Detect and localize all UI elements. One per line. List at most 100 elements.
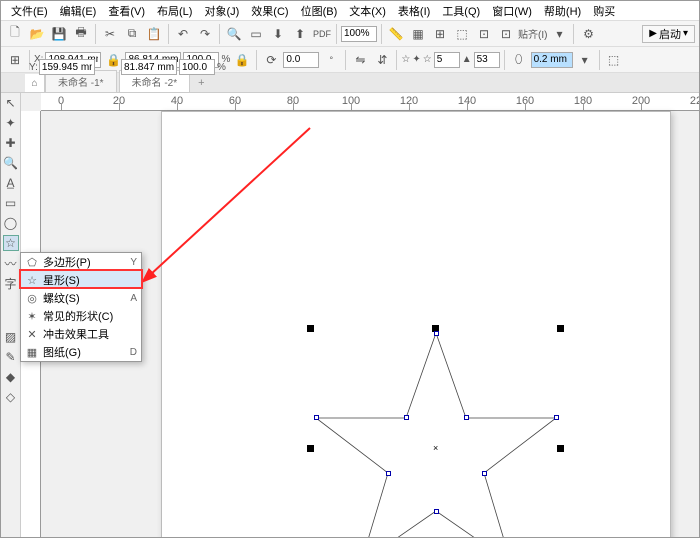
curve-tool-icon[interactable]: 〰 [3,255,19,271]
export-icon[interactable]: ⬆ [290,24,310,44]
rectangle-tool-icon[interactable]: ▭ [3,195,19,211]
fitpage-icon[interactable]: ▭ [246,24,266,44]
paste-icon[interactable]: 📋 [144,24,164,44]
handle-tr[interactable] [557,325,564,332]
circle-o-icon[interactable]: ° [321,50,341,70]
menu-buy[interactable]: 购买 [587,1,621,21]
flyout-shortcut: D [125,347,137,358]
save-icon[interactable]: 💾 [49,24,69,44]
copy-icon[interactable]: ⧉ [122,24,142,44]
wrap-icon[interactable]: ⬚ [604,50,624,70]
node[interactable] [464,415,469,420]
cut-icon[interactable]: ✂ [100,24,120,44]
home-icon[interactable]: ⌂ [25,74,45,92]
gear-icon[interactable]: ⚙ [578,24,598,44]
flyout-item-0[interactable]: ⬠多边形(P)Y [21,253,141,271]
handle-mr[interactable] [557,445,564,452]
node[interactable] [434,331,439,336]
crop-tool-icon[interactable]: ✚ [3,135,19,151]
y-position-input[interactable] [39,59,95,75]
menu-bitmap[interactable]: 位图(B) [295,1,344,21]
eyedrop-tool-icon[interactable]: ✎ [3,349,19,365]
transparency-tool-icon[interactable]: ▨ [3,329,19,345]
guides-icon[interactable]: ⊞ [430,24,450,44]
polygon-flyout: ⬠多边形(P)Y☆星形(S)◎螺纹(S)A✶常见的形状(C)✕冲击效果工具 ▦ 图纸… [20,252,142,362]
mirror-v-icon[interactable]: ⇵ [372,50,392,70]
flyout-icon: ▦ [25,346,39,359]
star-sharpness-input[interactable] [474,52,500,68]
menu-file[interactable]: 文件(E) [5,1,54,21]
print-icon[interactable]: 🖶 [71,24,91,44]
flyout-item-5[interactable]: ▦ 图纸(G) D [21,343,141,361]
shape-tool-icon[interactable]: ✦ [3,115,19,131]
menu-effects[interactable]: 效果(C) [245,1,294,21]
menu-text[interactable]: 文本(X) [343,1,392,21]
menu-edit[interactable]: 编辑(E) [54,1,103,21]
freehand-tool-icon[interactable]: A̲ [3,175,19,191]
flyout-icon: ✕ [25,328,39,341]
layers-icon[interactable]: ⬚ [452,24,472,44]
ellipse-tool-icon[interactable]: ◯ [3,215,19,231]
outline-width-input[interactable] [531,52,573,68]
lock-scale-icon[interactable]: 🔒 [232,50,252,70]
menu-layout[interactable]: 布局(L) [151,1,198,21]
snap-chevron-icon[interactable]: ▾ [549,24,569,44]
rotate-icon[interactable]: ⟳ [261,50,281,70]
text-tool-icon[interactable]: 字 [3,275,19,291]
flyout-item-3[interactable]: ✶常见的形状(C) [21,307,141,325]
pick-tool-icon[interactable]: ↖ [3,95,19,111]
menu-table[interactable]: 表格(I) [392,1,436,21]
star-icon: ☆ [401,54,410,65]
snap-dropdown[interactable]: 贴齐(I) [518,26,547,41]
folder-icon[interactable]: 📂 [27,24,47,44]
preset-icon[interactable]: ⊞ [5,50,25,70]
fill-tool-icon[interactable]: ◆ [3,369,19,385]
flyout-label: 多边形(P) [43,254,121,270]
more-icon[interactable]: ⊡ [496,24,516,44]
handle-tl[interactable] [307,325,314,332]
redo-icon[interactable]: ↷ [195,24,215,44]
outline-tool-icon[interactable]: ◇ [3,389,19,405]
star-shape[interactable] [301,323,571,537]
flyout-item-4[interactable]: ✕冲击效果工具 [21,325,141,343]
flyout-label: 图纸(G) [43,344,121,360]
sharp-icon: ▲ [462,54,472,65]
outline-chevron-icon[interactable]: ▾ [575,50,595,70]
node[interactable] [482,471,487,476]
flyout-item-1[interactable]: ☆星形(S) [21,271,141,289]
undo-icon[interactable]: ↶ [173,24,193,44]
options-icon[interactable]: ⊡ [474,24,494,44]
node[interactable] [404,415,409,420]
document-tabs: ⌂ 未命名 -1* 未命名 -2* + [1,73,699,93]
node[interactable] [434,509,439,514]
rotation-input[interactable] [283,52,319,68]
scale-y-input[interactable] [179,59,215,75]
star-points-input[interactable] [434,52,460,68]
complexstar-icon: ✦ [412,54,420,65]
node[interactable] [314,415,319,420]
zoom-combo[interactable] [341,26,377,42]
handle-ml[interactable] [307,445,314,452]
launch-button[interactable]: ▶ 启动 ▾ [642,25,695,43]
menu-object[interactable]: 对象(J) [198,1,245,21]
node[interactable] [554,415,559,420]
outline-pen-icon[interactable]: ⬯ [509,50,529,70]
menu-window[interactable]: 窗口(W) [486,1,538,21]
mirror-h-icon[interactable]: ⇋ [350,50,370,70]
flyout-item-2[interactable]: ◎螺纹(S)A [21,289,141,307]
menu-help[interactable]: 帮助(H) [538,1,587,21]
flyout-icon: ◎ [25,292,39,305]
menu-view[interactable]: 查看(V) [102,1,151,21]
grid-icon[interactable]: ▦ [408,24,428,44]
height-input[interactable] [121,59,177,75]
new-icon[interactable]: 🗋 [5,24,25,44]
menu-tools[interactable]: 工具(Q) [436,1,486,21]
polygon-tool-icon[interactable]: ☆ [3,235,19,251]
ruler-icon[interactable]: 📏 [386,24,406,44]
pdf-icon[interactable]: PDF [312,24,332,44]
import-icon[interactable]: ⬇ [268,24,288,44]
zoom-tool-icon[interactable]: 🔍 [3,155,19,171]
node[interactable] [386,471,391,476]
tab-add-button[interactable]: + [192,74,210,92]
search-icon[interactable]: 🔍 [224,24,244,44]
